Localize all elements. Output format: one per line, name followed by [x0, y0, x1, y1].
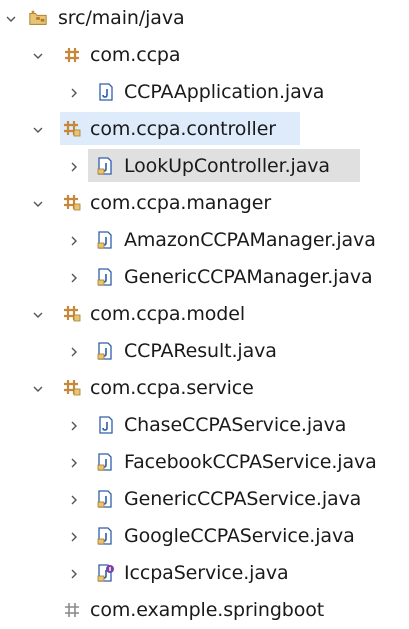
tree-item-package[interactable]: com.ccpa	[0, 37, 409, 74]
chevron-right-icon[interactable]	[68, 494, 80, 506]
tree-item-label: com.example.springboot	[90, 599, 325, 621]
empty-package-icon	[62, 600, 82, 620]
chevron-down-icon[interactable]	[32, 309, 44, 321]
source-folder-icon	[28, 8, 48, 28]
tree-item-file[interactable]: GenericCCPAManager.java	[0, 259, 409, 296]
tree-item-label: GoogleCCPAService.java	[124, 525, 355, 547]
java-file-icon	[96, 489, 116, 509]
package-explorer-tree: src/main/java com.ccpa CCPAApplication.j…	[0, 0, 409, 629]
tree-item-file[interactable]: IccpaService.java	[0, 555, 409, 592]
chevron-right-icon[interactable]	[68, 346, 80, 358]
chevron-down-icon[interactable]	[32, 124, 44, 136]
java-file-icon	[96, 452, 116, 472]
java-file-icon	[96, 82, 116, 102]
tree-item-label: FacebookCCPAService.java	[124, 451, 377, 473]
tree-item-label: com.ccpa.service	[90, 377, 254, 399]
tree-root-src-main-java[interactable]: src/main/java	[0, 0, 409, 37]
tree-item-file[interactable]: GoogleCCPAService.java	[0, 518, 409, 555]
tree-item-label: com.ccpa.controller	[90, 118, 276, 140]
package-icon	[62, 119, 82, 139]
tree-item-label: GenericCCPAService.java	[124, 488, 362, 510]
tree-item-label: IccpaService.java	[124, 562, 289, 584]
tree-item-label: com.ccpa.manager	[90, 192, 272, 214]
chevron-down-icon[interactable]	[32, 198, 44, 210]
tree-item-label: GenericCCPAManager.java	[124, 266, 373, 288]
package-icon	[62, 45, 82, 65]
tree-item-label: com.ccpa	[90, 44, 181, 66]
java-file-icon	[96, 267, 116, 287]
chevron-down-icon[interactable]	[32, 383, 44, 395]
tree-item-label: CCPAResult.java	[124, 340, 277, 362]
tree-item-file[interactable]: AmazonCCPAManager.java	[0, 222, 409, 259]
tree-item-file[interactable]: LookUpController.java	[0, 148, 409, 185]
chevron-right-icon[interactable]	[68, 272, 80, 284]
tree-root-label: src/main/java	[58, 7, 185, 29]
tree-item-label: AmazonCCPAManager.java	[124, 229, 376, 251]
chevron-down-icon[interactable]	[5, 13, 17, 25]
tree-item-label: LookUpController.java	[124, 155, 330, 177]
tree-item-package[interactable]: com.ccpa.service	[0, 370, 409, 407]
chevron-right-icon[interactable]	[68, 531, 80, 543]
java-file-icon	[96, 230, 116, 250]
java-interface-file-icon	[96, 563, 116, 583]
java-file-icon	[96, 156, 116, 176]
chevron-right-icon[interactable]	[68, 568, 80, 580]
tree-item-label: ChaseCCPAService.java	[124, 414, 347, 436]
chevron-right-icon[interactable]	[68, 457, 80, 469]
tree-item-label: com.ccpa.model	[90, 303, 246, 325]
java-file-icon	[96, 526, 116, 546]
package-icon	[62, 304, 82, 324]
chevron-down-icon[interactable]	[32, 50, 44, 62]
tree-item-file[interactable]: CCPAResult.java	[0, 333, 409, 370]
java-file-icon	[96, 415, 116, 435]
chevron-right-icon[interactable]	[68, 235, 80, 247]
tree-item-package[interactable]: com.example.springboot	[0, 592, 409, 629]
chevron-right-icon[interactable]	[68, 87, 80, 99]
tree-item-package[interactable]: com.ccpa.manager	[0, 185, 409, 222]
chevron-right-icon[interactable]	[68, 420, 80, 432]
tree-item-file[interactable]: FacebookCCPAService.java	[0, 444, 409, 481]
java-file-icon	[96, 341, 116, 361]
tree-item-file[interactable]: ChaseCCPAService.java	[0, 407, 409, 444]
tree-item-label: CCPAApplication.java	[124, 81, 325, 103]
package-icon	[62, 378, 82, 398]
tree-item-package[interactable]: com.ccpa.model	[0, 296, 409, 333]
tree-item-package[interactable]: com.ccpa.controller	[0, 111, 409, 148]
package-icon	[62, 193, 82, 213]
chevron-right-icon[interactable]	[68, 161, 80, 173]
tree-item-file[interactable]: CCPAApplication.java	[0, 74, 409, 111]
tree-item-file[interactable]: GenericCCPAService.java	[0, 481, 409, 518]
